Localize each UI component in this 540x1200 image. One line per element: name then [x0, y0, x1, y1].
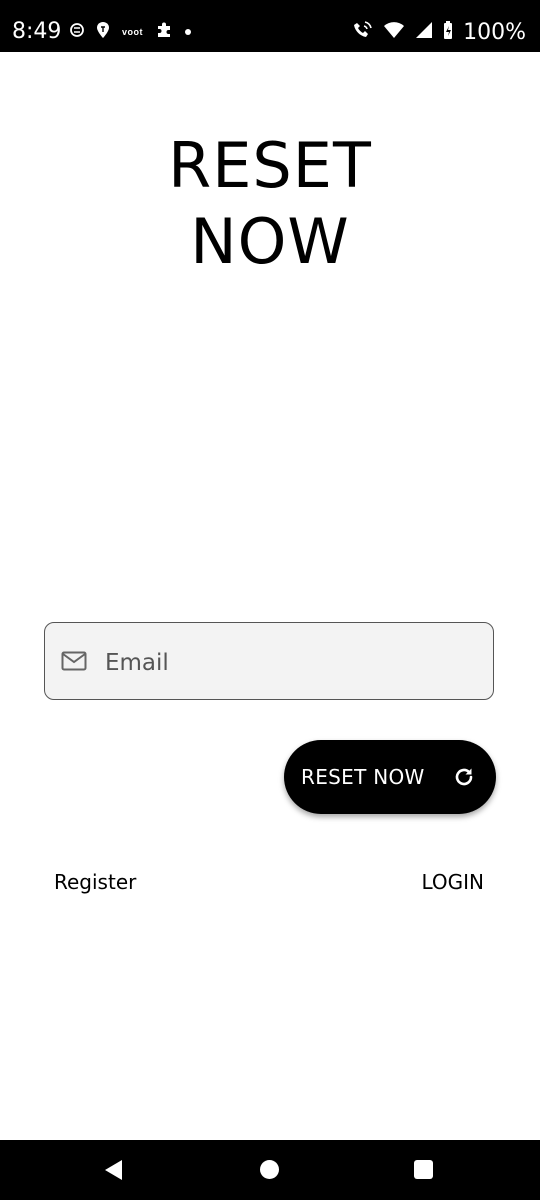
email-input[interactable] — [103, 643, 477, 683]
mail-icon — [61, 651, 87, 676]
back-icon[interactable] — [103, 1159, 123, 1186]
wifi-icon — [383, 21, 405, 44]
shazam-s-icon — [70, 22, 84, 43]
system-nav-bar — [0, 1140, 540, 1200]
battery-charging-icon — [443, 20, 453, 45]
battery-percent: 100% — [463, 19, 526, 45]
cell-signal-icon — [415, 21, 433, 44]
voot-logo-icon: voot — [122, 27, 143, 37]
reset-now-button-label: RESET NOW — [301, 765, 425, 789]
page-title: RESET NOW — [0, 128, 540, 280]
email-field[interactable] — [44, 622, 494, 700]
notification-icons: voot — [70, 21, 191, 43]
status-bar: 8:49 voot 100% — [0, 0, 540, 52]
status-time: 8:49 — [12, 19, 62, 44]
wifi-calling-icon — [353, 20, 373, 45]
page-title-line-2: NOW — [190, 205, 350, 278]
login-link[interactable]: LOGIN — [421, 870, 484, 894]
swiggy-pin-icon — [96, 21, 110, 44]
recents-icon[interactable] — [414, 1160, 433, 1179]
reset-now-button[interactable]: RESET NOW — [284, 740, 496, 814]
page-title-line-1: RESET — [168, 129, 372, 202]
register-link[interactable]: Register — [54, 870, 136, 894]
puzzle-icon — [155, 21, 173, 44]
home-icon[interactable] — [260, 1160, 279, 1179]
notification-dot-icon — [185, 29, 191, 35]
status-right: 100% — [353, 18, 526, 46]
refresh-icon — [452, 765, 476, 794]
